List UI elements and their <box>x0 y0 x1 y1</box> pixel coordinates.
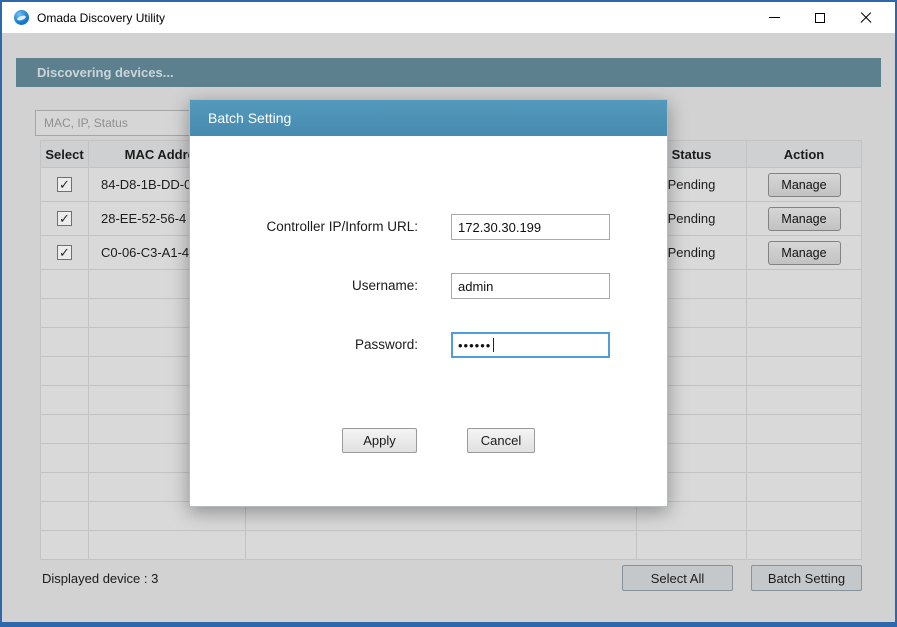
select-cell <box>41 168 89 202</box>
select-cell <box>41 502 89 531</box>
close-button[interactable] <box>843 2 889 33</box>
select-cell <box>41 299 89 328</box>
action-cell: Manage <box>747 168 862 202</box>
row-checkbox[interactable] <box>57 177 72 192</box>
empty-row <box>41 531 862 560</box>
cancel-button[interactable]: Cancel <box>467 428 535 453</box>
close-icon <box>860 12 872 24</box>
select-cell <box>41 236 89 270</box>
action-cell <box>747 415 862 444</box>
row-checkbox[interactable] <box>57 245 72 260</box>
discovering-status-banner: Discovering devices... <box>16 58 881 87</box>
titlebar: Omada Discovery Utility <box>2 2 895 33</box>
action-cell: Manage <box>747 202 862 236</box>
password-label: Password: <box>190 332 418 358</box>
dialog-title: Batch Setting <box>190 100 667 136</box>
text-caret <box>493 338 494 352</box>
main-content: Discovering devices... Select MAC Addres… <box>2 33 895 622</box>
omada-logo-icon <box>14 10 29 25</box>
action-cell <box>747 444 862 473</box>
action-cell <box>747 502 862 531</box>
status-cell <box>637 531 747 560</box>
username-label: Username: <box>190 273 418 299</box>
controller-url-label: Controller IP/Inform URL: <box>190 214 418 240</box>
displayed-device-count: Displayed device : 3 <box>42 571 158 586</box>
password-masked-value: •••••• <box>458 339 491 352</box>
column-header-action: Action <box>747 141 862 168</box>
select-cell <box>41 415 89 444</box>
batch-setting-button[interactable]: Batch Setting <box>751 565 862 591</box>
select-cell <box>41 328 89 357</box>
minimize-button[interactable] <box>751 2 797 33</box>
mac-address-cell <box>89 531 246 560</box>
row-checkbox[interactable] <box>57 211 72 226</box>
action-cell: Manage <box>747 236 862 270</box>
select-cell <box>41 444 89 473</box>
app-window: Omada Discovery Utility Discovering devi… <box>0 0 897 627</box>
action-cell <box>747 473 862 502</box>
spacer-cell <box>246 531 637 560</box>
action-cell <box>747 386 862 415</box>
apply-button[interactable]: Apply <box>342 428 417 453</box>
select-cell <box>41 202 89 236</box>
maximize-icon <box>815 13 825 23</box>
select-cell <box>41 473 89 502</box>
username-input[interactable] <box>451 273 610 299</box>
select-cell <box>41 531 89 560</box>
batch-setting-dialog: Batch Setting Controller IP/Inform URL: … <box>189 99 668 507</box>
window-title: Omada Discovery Utility <box>37 11 165 25</box>
select-cell <box>41 386 89 415</box>
column-header-select: Select <box>41 141 89 168</box>
manage-button[interactable]: Manage <box>768 241 841 265</box>
action-cell <box>747 299 862 328</box>
controller-url-input[interactable] <box>451 214 610 240</box>
action-cell <box>747 531 862 560</box>
action-cell <box>747 270 862 299</box>
select-cell <box>41 270 89 299</box>
action-cell <box>747 357 862 386</box>
manage-button[interactable]: Manage <box>768 173 841 197</box>
window-controls <box>751 2 889 33</box>
select-all-button[interactable]: Select All <box>622 565 733 591</box>
select-cell <box>41 357 89 386</box>
password-input[interactable]: •••••• <box>451 332 610 358</box>
action-cell <box>747 328 862 357</box>
manage-button[interactable]: Manage <box>768 207 841 231</box>
minimize-icon <box>769 17 780 18</box>
maximize-button[interactable] <box>797 2 843 33</box>
